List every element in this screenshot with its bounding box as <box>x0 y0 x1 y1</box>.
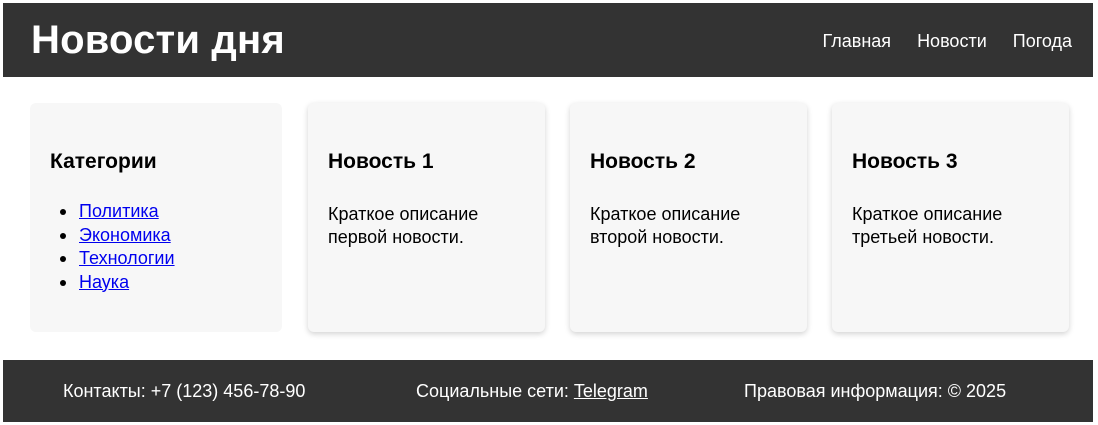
news-title: Новость 3 <box>852 150 958 173</box>
category-link-politics[interactable]: Политика <box>79 201 159 221</box>
nav-link-news[interactable]: Новости <box>917 30 987 52</box>
news-card-2[interactable]: Новость 2 Краткое описание второй новост… <box>570 103 807 332</box>
news-card-1[interactable]: Новость 1 Краткое описание первой новост… <box>308 103 545 332</box>
category-link-technology[interactable]: Технологии <box>79 248 175 268</box>
categories-list: Политика Экономика Технологии Наука <box>60 200 175 295</box>
nav-link-home[interactable]: Главная <box>823 30 892 52</box>
news-summary: Краткое описание третьей новости. <box>852 204 1003 247</box>
page: Новости дня Главная Новости Погода Катег… <box>0 0 1098 425</box>
footer-social-label: Социальные сети: <box>416 381 574 401</box>
main-nav: Главная Новости Погода <box>797 30 1072 52</box>
categories-title: Категории <box>50 150 157 173</box>
telegram-link[interactable]: Telegram <box>574 381 648 401</box>
site-header: Новости дня Главная Новости Погода <box>3 3 1093 77</box>
site-title: Новости дня <box>31 18 285 62</box>
news-summary: Краткое описание первой новости. <box>328 204 479 247</box>
nav-link-weather[interactable]: Погода <box>1013 30 1072 52</box>
list-item: Технологии <box>60 247 175 271</box>
list-item: Политика <box>60 200 175 224</box>
site-footer: Контакты: +7 (123) 456-78-90 Социальные … <box>3 360 1093 422</box>
category-link-science[interactable]: Наука <box>79 272 129 292</box>
list-item: Экономика <box>60 224 175 248</box>
news-summary: Краткое описание второй новости. <box>590 204 741 247</box>
footer-social: Социальные сети: Telegram <box>416 380 648 402</box>
news-card-3[interactable]: Новость 3 Краткое описание третьей новос… <box>832 103 1069 332</box>
list-item: Наука <box>60 271 175 295</box>
footer-contacts: Контакты: +7 (123) 456-78-90 <box>63 381 306 401</box>
news-title: Новость 1 <box>328 150 434 173</box>
categories-sidebar: Категории Политика Экономика Технологии … <box>30 103 282 332</box>
news-title: Новость 2 <box>590 150 696 173</box>
footer-legal: Правовая информация: © 2025 <box>744 381 1007 401</box>
category-link-economy[interactable]: Экономика <box>79 225 171 245</box>
